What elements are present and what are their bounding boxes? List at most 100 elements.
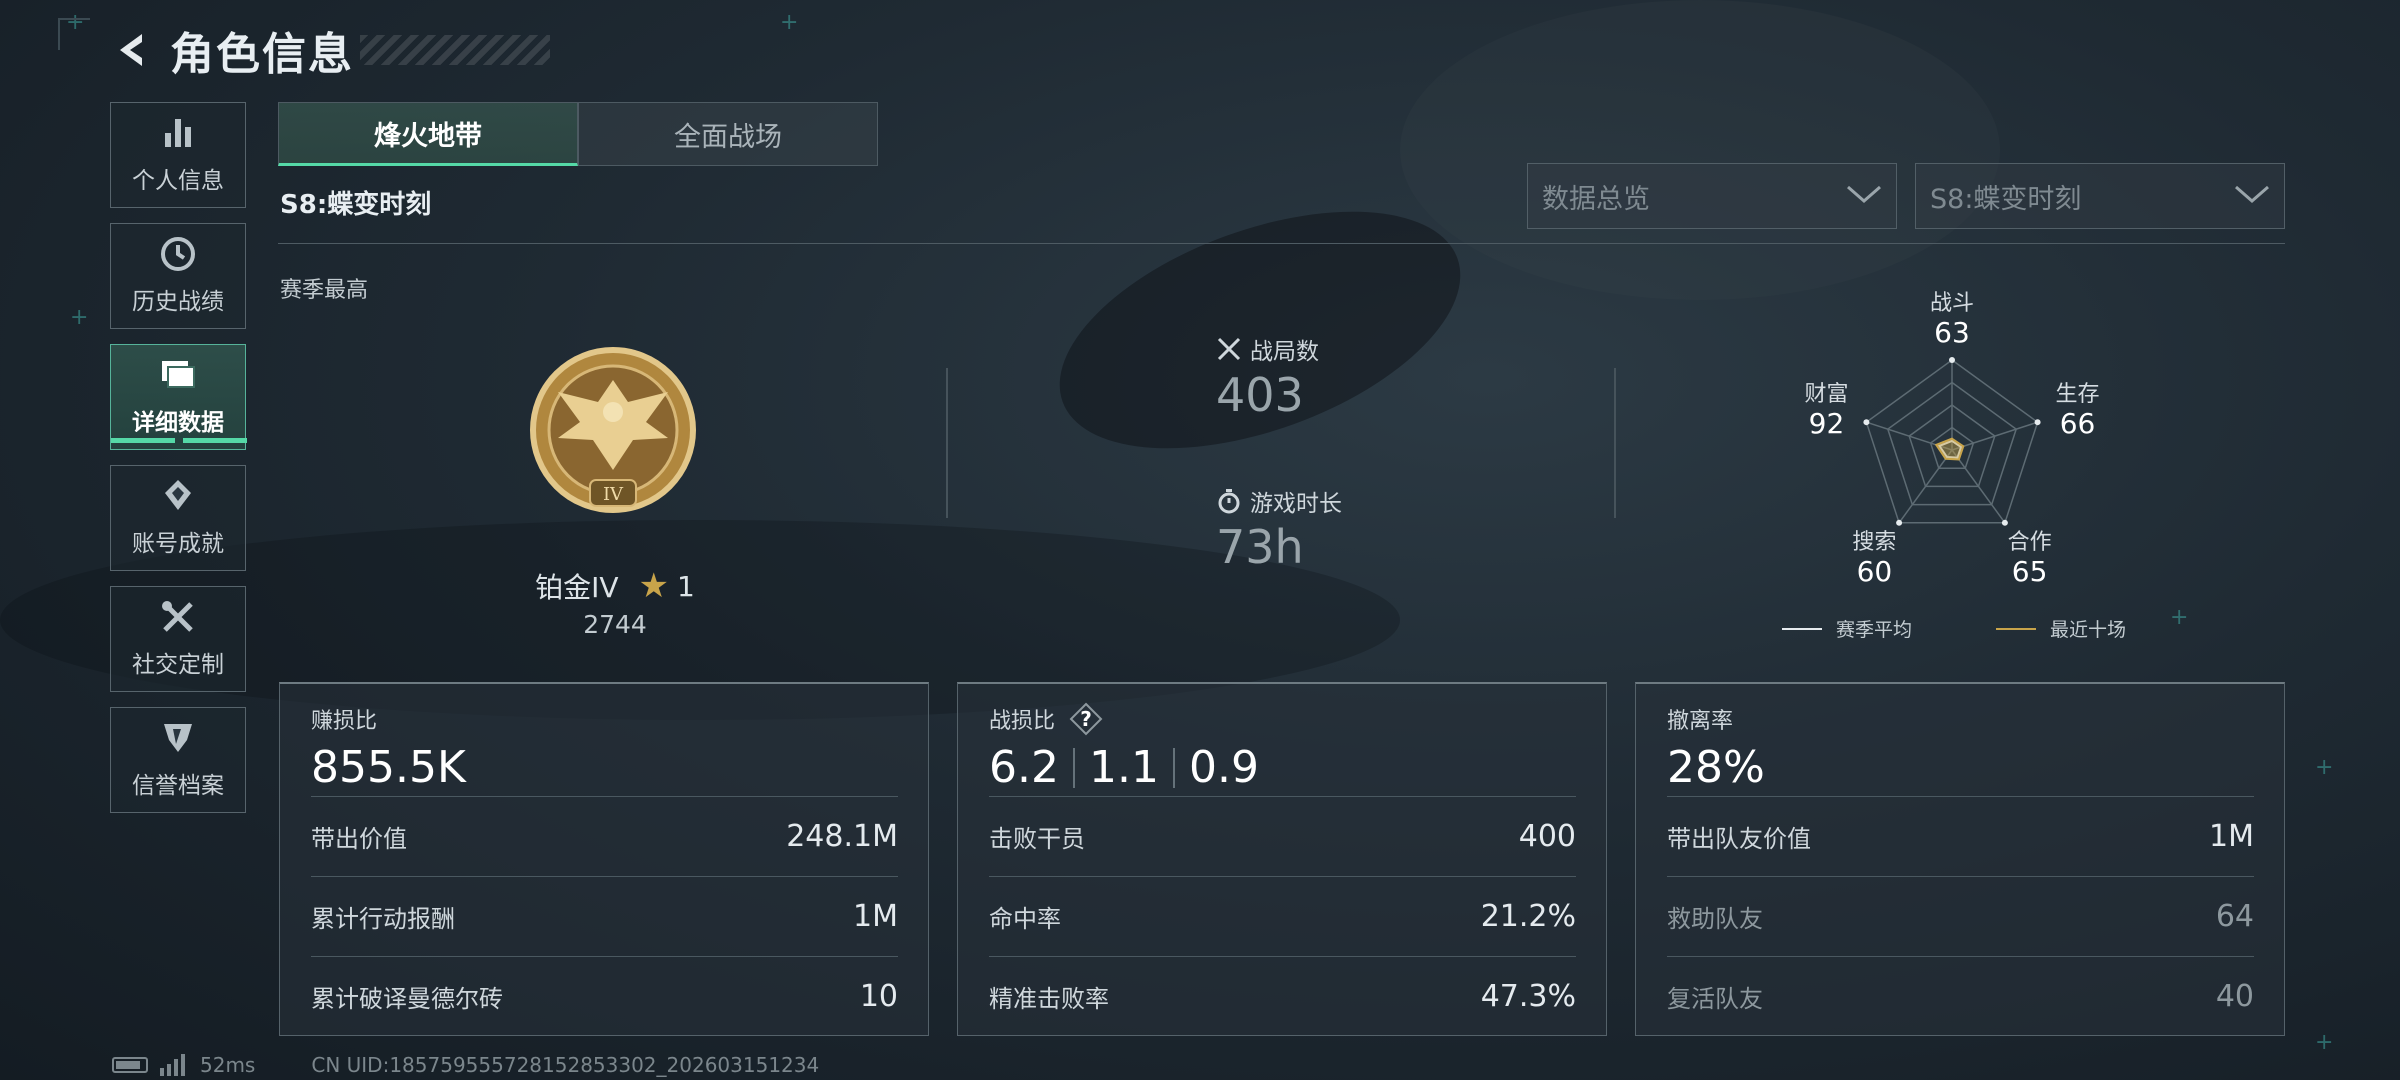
card-title: 撤离率 bbox=[1667, 709, 1734, 734]
uid-text: CN UID:18575955572815285330­2_2026031512… bbox=[311, 1053, 820, 1077]
sidebar-item-label: 历史战绩 bbox=[132, 289, 224, 315]
page-header: 角色信息 bbox=[110, 20, 550, 80]
kd-card: 战损比 ? 6.2 1.1 0.9 击败干员 400 命中率 21.2% 精准击… bbox=[957, 682, 1607, 1036]
value-divider bbox=[1172, 748, 1175, 788]
sidebar-item-label: 信誉档案 bbox=[132, 773, 224, 799]
playtime-value: 73h bbox=[1216, 520, 1304, 574]
row-label: 复活队友 bbox=[1667, 985, 1763, 1013]
active-indicator bbox=[183, 438, 247, 443]
radar-vertex-dot bbox=[2001, 519, 2008, 526]
sidebar-item-label: 账号成就 bbox=[132, 531, 224, 557]
legend-label: 最近十场 bbox=[2050, 619, 2127, 641]
row-value: 1M bbox=[853, 899, 898, 934]
legend-line bbox=[1996, 627, 2036, 630]
rank-line: 铂金IV ★ 1 bbox=[500, 566, 730, 606]
radar-axis-label: 战斗 bbox=[1930, 291, 1974, 316]
sidebar-item-credit[interactable]: 信誉档案 bbox=[110, 707, 246, 813]
vertical-divider bbox=[1614, 368, 1616, 518]
row-value: 64 bbox=[2215, 899, 2254, 934]
radar-vertex-dot bbox=[1949, 357, 1955, 363]
deco-cross-icon: + bbox=[2315, 755, 2334, 780]
sidebar-item-history[interactable]: 历史战绩 bbox=[110, 223, 246, 329]
radar-axis-label: 合作 bbox=[2008, 530, 2052, 555]
row-value: 40 bbox=[2215, 979, 2254, 1014]
section-divider bbox=[278, 243, 2285, 244]
table-row: 命中率 21.2% bbox=[989, 876, 1576, 956]
history-clock-icon bbox=[160, 236, 196, 276]
season-dropdown[interactable]: S8:蝶变时刻 bbox=[1915, 163, 2285, 229]
extract-card: 撤离率 28% 带出队友价值 1M 救助队友 64 复活队友 40 bbox=[1635, 682, 2285, 1036]
svg-text:?: ? bbox=[1080, 707, 1092, 731]
row-label: 带出价值 bbox=[311, 825, 407, 853]
sidebar-item-achievements[interactable]: 账号成就 bbox=[110, 465, 246, 571]
row-value: 10 bbox=[859, 979, 898, 1014]
value-divider bbox=[1072, 748, 1075, 788]
data-type-dropdown[interactable]: 数据总览 bbox=[1527, 163, 1897, 229]
row-value: 400 bbox=[1518, 819, 1576, 854]
bar-chart-icon bbox=[161, 115, 195, 155]
vertical-divider bbox=[946, 368, 948, 518]
tab-full-battlefield[interactable]: 全面战场 bbox=[578, 102, 878, 166]
matches-value: 403 bbox=[1216, 368, 1304, 422]
help-icon[interactable]: ? bbox=[1069, 702, 1103, 736]
radar-axis-value: 63 bbox=[1934, 316, 1970, 349]
row-label: 击败干员 bbox=[989, 825, 1085, 853]
chevron-down-icon bbox=[1846, 184, 1882, 208]
season-label: S8:蝶变时刻 bbox=[280, 190, 432, 220]
deco-cross-icon: + bbox=[780, 10, 799, 35]
dropdown-value: 数据总览 bbox=[1542, 183, 1650, 215]
rank-name: 铂金IV bbox=[535, 571, 619, 604]
card-title: 赚损比 bbox=[311, 709, 378, 734]
deco-cross-icon: + bbox=[2315, 1030, 2334, 1055]
card-value: 855.5K bbox=[311, 742, 466, 793]
table-row: 累计破译曼德尔砖 10 bbox=[311, 956, 898, 1036]
battery-icon bbox=[112, 1057, 148, 1073]
kd-value-3: 0.9 bbox=[1188, 742, 1259, 793]
back-arrow-icon[interactable] bbox=[110, 28, 154, 72]
tools-icon bbox=[160, 599, 196, 639]
chevron-down-icon bbox=[2234, 184, 2270, 208]
folder-icon bbox=[160, 357, 196, 397]
ability-radar-chart: 战斗 63 生存 66 合作 65 搜索 60 财富 92 bbox=[1740, 280, 2160, 650]
sidebar-item-personal-info[interactable]: 个人信息 bbox=[110, 102, 246, 208]
crossed-swords-icon bbox=[1216, 336, 1242, 362]
row-label: 累计破译曼德尔砖 bbox=[311, 985, 503, 1013]
rank-stars: 1 bbox=[677, 569, 695, 603]
playtime-label: 游戏时长 bbox=[1250, 491, 1342, 517]
frame-corner bbox=[58, 18, 90, 50]
tab-hazard-zone[interactable]: 烽火地带 bbox=[278, 102, 578, 166]
status-footer: 52ms CN UID:18575955572815285330­2_20260… bbox=[112, 1053, 819, 1077]
row-value: 21.2% bbox=[1480, 899, 1576, 934]
table-row: 带出价值 248.1M bbox=[311, 796, 898, 876]
sidebar-item-social[interactable]: 社交定制 bbox=[110, 586, 246, 692]
radar-axis-value: 92 bbox=[1809, 407, 1845, 440]
rank-score: 2744 bbox=[583, 610, 647, 639]
kd-values: 6.2 1.1 0.9 bbox=[989, 740, 1576, 796]
sidebar-item-detailed-data[interactable]: 详细数据 bbox=[110, 344, 247, 450]
legend-recent-ten: 最近十场 bbox=[1996, 615, 2126, 642]
achievement-icon bbox=[161, 478, 195, 518]
card-value: 28% bbox=[1667, 742, 1765, 793]
row-label: 累计行动报酬 bbox=[311, 905, 455, 933]
row-value: 248.1M bbox=[786, 819, 898, 854]
table-row: 精准击败率 47.3% bbox=[989, 956, 1576, 1036]
profit-card: 赚损比 855.5K 带出价值 248.1M 累计行动报酬 1M 累计破译曼德尔… bbox=[279, 682, 929, 1036]
radar-axis-value: 66 bbox=[2060, 407, 2096, 440]
ping-text: 52ms bbox=[200, 1053, 256, 1077]
sidebar-item-label: 个人信息 bbox=[132, 168, 224, 194]
legend-line bbox=[1782, 627, 1822, 630]
kd-value-1: 6.2 bbox=[989, 742, 1059, 793]
star-icon: ★ bbox=[638, 566, 670, 606]
radar-axis-label: 财富 bbox=[1804, 382, 1848, 407]
dropdown-value: S8:蝶变时刻 bbox=[1930, 183, 2082, 215]
row-value: 1M bbox=[2209, 819, 2254, 854]
row-label: 命中率 bbox=[989, 905, 1061, 933]
radar-vertex-dot bbox=[1863, 419, 1870, 426]
background-shadow bbox=[1028, 164, 1492, 496]
matches-stat: 战局数 403 bbox=[1216, 332, 1319, 422]
radar-vertex-dot bbox=[2034, 419, 2041, 426]
playtime-stat: 游戏时长 73h bbox=[1216, 484, 1342, 574]
mode-tabs: 烽火地带 全面战场 bbox=[278, 102, 878, 166]
rank-medal-icon: IV bbox=[518, 330, 708, 530]
signal-icon bbox=[160, 1054, 188, 1076]
